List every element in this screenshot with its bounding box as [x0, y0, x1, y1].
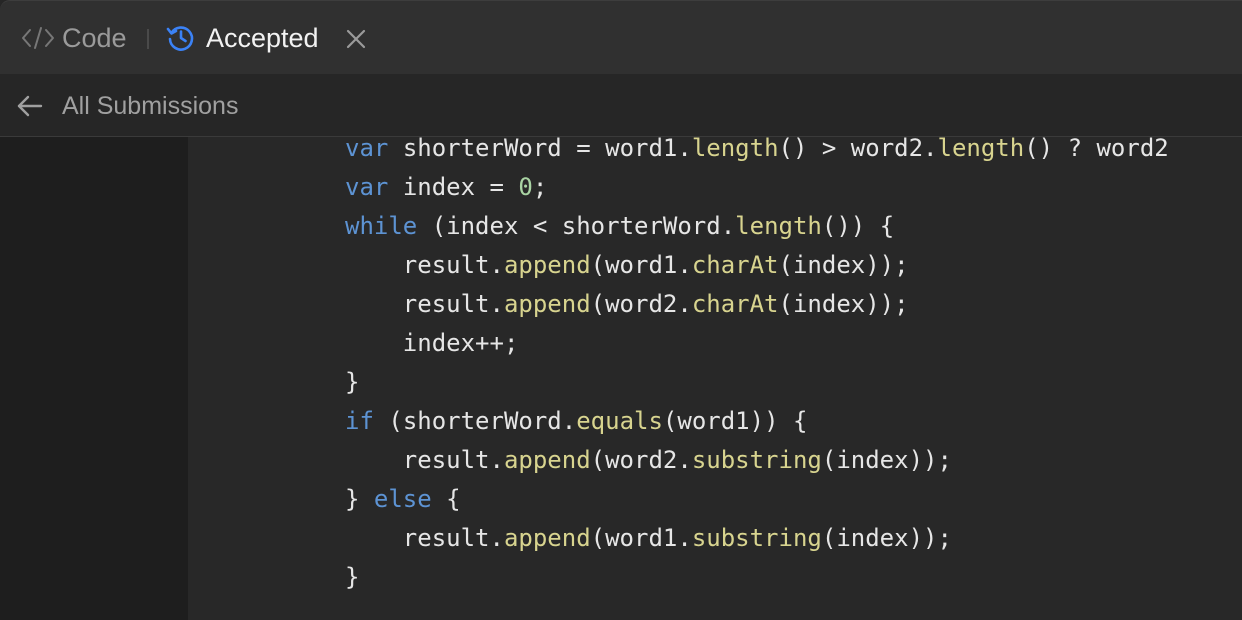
- arrow-left-icon[interactable]: [16, 92, 44, 120]
- code-brackets-icon: [20, 25, 56, 51]
- code-line: }: [345, 368, 360, 396]
- submission-header: All Submissions: [0, 74, 1242, 137]
- code-line: result.append(word1.charAt(index));: [402, 251, 909, 279]
- tab-bar: Code Accepted: [0, 0, 1242, 74]
- code-line: var index = 0;: [345, 173, 548, 201]
- close-icon[interactable]: [344, 27, 368, 51]
- code-line: } else {: [345, 485, 461, 513]
- code-line: result.append(word2.charAt(index));: [402, 290, 909, 318]
- tab-code[interactable]: Code: [20, 1, 127, 75]
- all-submissions-link[interactable]: All Submissions: [62, 92, 238, 121]
- tab-code-label: Code: [62, 22, 127, 53]
- history-clock-icon: [166, 23, 196, 53]
- line-gutter: [0, 137, 188, 620]
- code-line: index++;: [402, 329, 519, 357]
- code-block: var shorterWord = word1.length() > word2…: [345, 137, 1169, 597]
- code-line: while (index < shorterWord.length()) {: [345, 212, 895, 240]
- code-line: result.append(word1.substring(index));: [402, 524, 952, 552]
- code-viewer[interactable]: var shorterWord = word1.length() > word2…: [188, 137, 1242, 620]
- code-line: }: [345, 563, 360, 591]
- code-line: if (shorterWord.equals(word1)) {: [345, 407, 808, 435]
- code-line: var shorterWord = word1.length() > word2…: [345, 137, 1169, 162]
- submission-window: Code Accepted All Submissions var shorte…: [0, 0, 1242, 620]
- tab-accepted-label: Accepted: [206, 22, 319, 53]
- code-line: result.append(word2.substring(index));: [402, 446, 952, 474]
- tab-accepted[interactable]: Accepted: [166, 1, 319, 75]
- tab-divider: [147, 29, 149, 49]
